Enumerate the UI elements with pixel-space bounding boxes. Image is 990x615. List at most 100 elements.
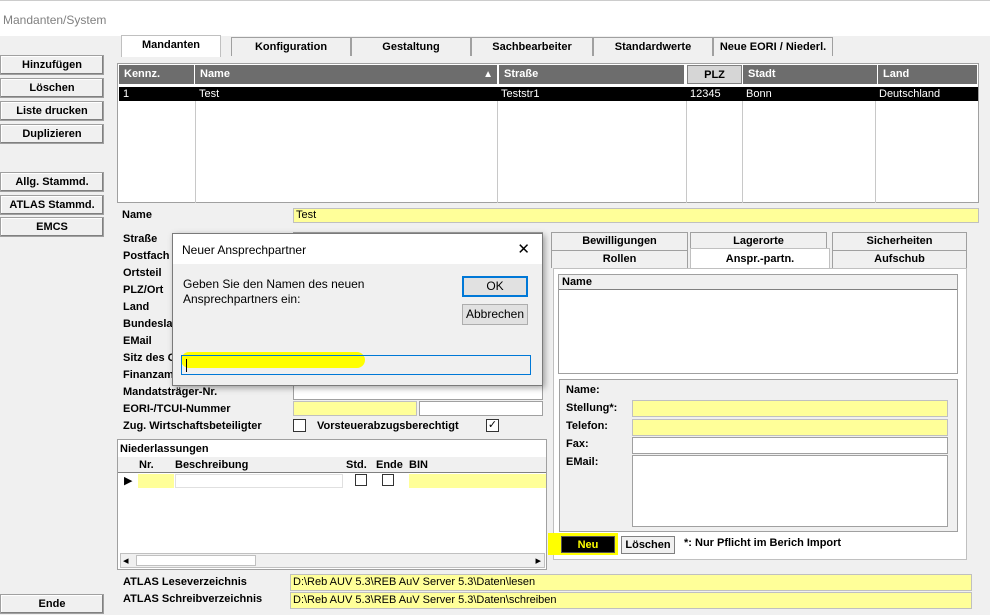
eori-field[interactable] [293,401,417,416]
tab-standardwerte[interactable]: Standardwerte [593,37,713,56]
email-label: EMail [123,335,152,347]
emcs-button[interactable]: EMCS [0,217,104,237]
zug-wirtschaftsbeteiligter-checkbox[interactable] [293,419,306,432]
text-cursor [186,359,187,372]
row-marker-icon: ▶ [124,475,133,487]
vorsteuer-label: Vorsteuerabzugsberechtigt [317,420,459,432]
contacts-list-header[interactable]: Name [559,275,957,290]
col-header-std[interactable]: Std. [346,459,367,471]
ende-checkbox[interactable] [382,474,394,486]
contact-email-label: EMail: [566,456,599,468]
beschreibung-cell[interactable] [175,474,343,488]
strasse-label: Straße [123,233,158,245]
duplicate-button[interactable]: Duplizieren [0,124,104,144]
tab-sachbearbeiter[interactable]: Sachbearbeiter [471,37,593,56]
cancel-button[interactable]: Abbrechen [462,304,528,325]
eori-suffix-field[interactable] [419,401,543,416]
zug-wirtschaftsbeteiligter-label: Zug. Wirtschaftsbeteiligter [123,420,262,432]
grid-divider [497,101,498,203]
delete-button[interactable]: Löschen [0,78,104,98]
tab-sicherheiten[interactable]: Sicherheiten [832,232,967,250]
telefon-label: Telefon: [566,420,608,432]
col-header-strasse[interactable]: Straße [499,65,685,84]
contact-name-input[interactable] [181,355,531,375]
niederlassungen-title: Niederlassungen [120,443,209,455]
cell-stadt: Bonn [746,88,772,100]
mandatstraeger-label: Mandatsträger-Nr. [123,386,218,398]
col-header-stadt[interactable]: Stadt [743,65,878,84]
col-header-nr[interactable]: Nr. [139,459,154,471]
atlas-write-field[interactable]: D:\Reb AUV 5.3\REB AuV Server 5.3\Daten\… [290,592,972,609]
scroll-thumb[interactable] [136,555,256,566]
mandatstraeger-field[interactable] [293,385,543,400]
telefon-field[interactable] [632,419,948,436]
dialog-prompt-line1: Geben Sie den Namen des neuen [183,277,365,291]
cell-land: Deutschland [879,88,941,100]
tab-gestaltung[interactable]: Gestaltung [351,37,471,56]
bin-cell[interactable] [409,474,546,488]
print-list-button[interactable]: Liste drucken [0,101,104,121]
end-button[interactable]: Ende [0,594,104,614]
scroll-right-icon[interactable]: ▸ [535,554,541,567]
grid-divider [875,101,876,203]
allg-stammdaten-button[interactable]: Allg. Stammd. [0,172,104,192]
land-label: Land [123,301,150,313]
sitz-label: Sitz des G [123,352,177,364]
delete-contact-button[interactable]: Löschen [621,536,675,554]
stellung-label: Stellung*: [566,402,618,414]
grid-divider [742,101,743,203]
col-header-ende[interactable]: Ende [376,459,403,471]
mandanten-grid[interactable]: Kennz. Name ▲ Straße PLZ Stadt Land 1 Te… [117,63,979,203]
new-contact-dialog: Neuer Ansprechpartner ✕ Geben Sie den Na… [172,233,543,386]
grid-divider [195,101,196,203]
ok-button[interactable]: OK [462,276,528,297]
atlas-read-field[interactable]: D:\Reb AUV 5.3\REB AuV Server 5.3\Daten\… [290,574,972,591]
ortsteil-label: Ortsteil [123,267,162,279]
dialog-title: Neuer Ansprechpartner [182,243,307,257]
atlas-stammdaten-button[interactable]: ATLAS Stammd. [0,195,104,215]
col-header-kennz[interactable]: Kennz. [119,65,195,84]
fax-field[interactable] [632,437,948,454]
window-title: Mandanten/System [3,13,107,27]
close-icon[interactable]: ✕ [517,240,530,258]
finanzamt-label: Finanzamt [123,369,178,381]
col-header-plz[interactable]: PLZ [687,65,742,84]
atlas-write-label: ATLAS Schreibverzeichnis [123,593,263,605]
tab-neue-eori[interactable]: Neue EORI / Niederl. [713,37,833,56]
plz-ort-label: PLZ/Ort [123,284,164,296]
col-header-beschreibung[interactable]: Beschreibung [175,459,248,471]
tab-bewilligungen[interactable]: Bewilligungen [551,232,688,250]
tab-mandanten[interactable]: Mandanten [121,35,221,57]
cell-name: Test [199,88,220,100]
dialog-prompt-line2: Ansprechpartners ein: [183,292,301,306]
sort-asc-icon: ▲ [483,69,493,80]
cell-kennz: 1 [123,88,130,100]
name-label: Name [122,209,152,221]
postfach-label: Postfach [123,250,170,262]
col-header-name[interactable]: Name ▲ [195,65,498,84]
add-button[interactable]: Hinzufügen [0,55,104,75]
table-row[interactable] [119,87,978,101]
new-contact-button[interactable]: Neu [561,536,615,553]
contact-name-label: Name: [566,384,600,396]
contact-email-field[interactable] [632,455,948,527]
name-field[interactable]: Test [293,208,979,223]
cell-plz: 12345 [690,88,721,100]
col-header-bin[interactable]: BIN [409,459,428,471]
tab-aufschub[interactable]: Aufschub [832,250,967,268]
stellung-field[interactable] [632,400,948,417]
checkmark-icon: ✓ [487,419,498,431]
tab-rollen[interactable]: Rollen [551,250,688,268]
nr-cell[interactable] [138,474,174,488]
fax-label: Fax: [566,438,589,450]
col-header-land[interactable]: Land [878,65,978,84]
required-note: *: Nur Pflicht im Berich Import [684,537,842,549]
atlas-read-label: ATLAS Leseverzeichnis [123,576,247,588]
vorsteuer-checkbox[interactable]: ✓ [486,419,499,432]
title-bar: Mandanten/System [0,0,990,36]
scroll-left-icon[interactable]: ◂ [123,554,129,567]
tab-konfiguration[interactable]: Konfiguration [231,37,351,56]
horizontal-scrollbar[interactable]: ◂ ▸ [120,553,545,568]
std-checkbox[interactable] [355,474,367,486]
tab-ansprechpartner[interactable]: Anspr.-partn. [690,248,830,270]
